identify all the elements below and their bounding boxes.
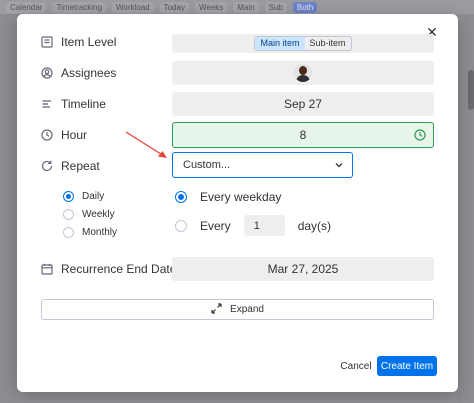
- hour-label: Hour: [61, 128, 88, 142]
- avatar[interactable]: [294, 64, 312, 82]
- expand-arrows-icon: [211, 302, 222, 317]
- radio-selected-icon: [63, 191, 74, 202]
- background-left-panel: [0, 14, 17, 403]
- person-icon: [41, 67, 53, 79]
- expand-label: Expand: [230, 304, 264, 315]
- frequency-daily-label: Daily: [82, 191, 105, 202]
- bg-tab-weeks: Weeks: [194, 1, 228, 13]
- item-level-toggle: Main item Sub-item: [254, 36, 352, 51]
- cancel-button[interactable]: Cancel: [336, 356, 376, 376]
- recurrence-end-field[interactable]: Mar 27, 2025: [172, 257, 434, 281]
- assignees-row: Assignees: [41, 64, 116, 82]
- expand-button[interactable]: Expand: [41, 299, 434, 320]
- bg-tab-both: Both: [292, 1, 318, 13]
- assignees-label: Assignees: [61, 66, 117, 80]
- repeat-label: Repeat: [61, 159, 100, 173]
- radio-unselected-icon: [175, 219, 187, 232]
- bg-tab-calendar: Calendar: [6, 1, 47, 13]
- background-tab-bar: Calendar Timetracking Workload Today Wee…: [0, 0, 474, 14]
- item-level-label: Item Level: [61, 35, 117, 49]
- every-weekday-radio[interactable]: Every weekday: [175, 190, 281, 204]
- frequency-weekly-label: Weekly: [82, 209, 115, 220]
- every-n-days-radio[interactable]: Every 1 day(s): [175, 215, 331, 236]
- bg-tab-main: Main: [233, 1, 259, 13]
- frequency-monthly-label: Monthly: [82, 227, 118, 238]
- every-weekday-label: Every weekday: [200, 190, 282, 204]
- timeline-row: Timeline: [41, 95, 106, 113]
- timeline-value: Sep 27: [283, 97, 323, 111]
- item-level-icon: [41, 36, 53, 48]
- hour-input[interactable]: 8: [172, 122, 434, 148]
- timeline-field[interactable]: Sep 27: [172, 92, 434, 116]
- item-level-row: Item Level: [41, 33, 116, 51]
- radio-unselected-icon: [63, 227, 74, 238]
- recurrence-end-label: Recurrence End Date: [61, 262, 177, 276]
- repeat-dropdown[interactable]: Custom...: [172, 152, 353, 178]
- recurrence-end-row: Recurrence End Date: [41, 260, 176, 278]
- radio-unselected-icon: [63, 209, 74, 220]
- frequency-weekly-radio[interactable]: Weekly: [63, 209, 115, 220]
- repeat-row: Repeat: [41, 157, 100, 175]
- radio-selected-icon: [175, 191, 187, 203]
- every-label: Every: [200, 218, 231, 233]
- days-unit-label: day(s): [297, 218, 332, 233]
- background-scrollbar: [468, 70, 474, 110]
- bg-tab-timetracking: Timetracking: [52, 1, 106, 13]
- sub-item-option[interactable]: Sub-item: [305, 37, 351, 50]
- main-item-option[interactable]: Main item: [255, 37, 305, 50]
- background-right-panel: [458, 14, 474, 403]
- timeline-label: Timeline: [61, 97, 106, 111]
- bg-tab-today: Today: [159, 1, 189, 13]
- timeline-icon: [41, 98, 53, 110]
- annotation-arrow-icon: [125, 131, 167, 158]
- item-level-field: Main item Sub-item: [172, 34, 434, 53]
- every-days-input[interactable]: 1: [243, 215, 285, 236]
- repeat-icon: [41, 160, 53, 172]
- calendar-icon: [41, 263, 53, 275]
- assignees-field[interactable]: [172, 61, 434, 85]
- clock-icon: [41, 129, 53, 141]
- chevron-down-icon: [334, 160, 344, 170]
- frequency-monthly-radio[interactable]: Monthly: [63, 227, 117, 238]
- recurrence-end-value: Mar 27, 2025: [267, 262, 339, 276]
- hour-row: Hour: [41, 126, 87, 144]
- create-item-button[interactable]: Create Item: [377, 356, 437, 376]
- repeat-value: Custom...: [183, 159, 231, 171]
- bg-tab-sub: Sub: [264, 1, 287, 13]
- hour-clock-icon[interactable]: [414, 129, 426, 141]
- hour-value: 8: [299, 128, 307, 142]
- frequency-daily-radio[interactable]: Daily: [63, 191, 104, 202]
- bg-tab-workload: Workload: [111, 1, 154, 13]
